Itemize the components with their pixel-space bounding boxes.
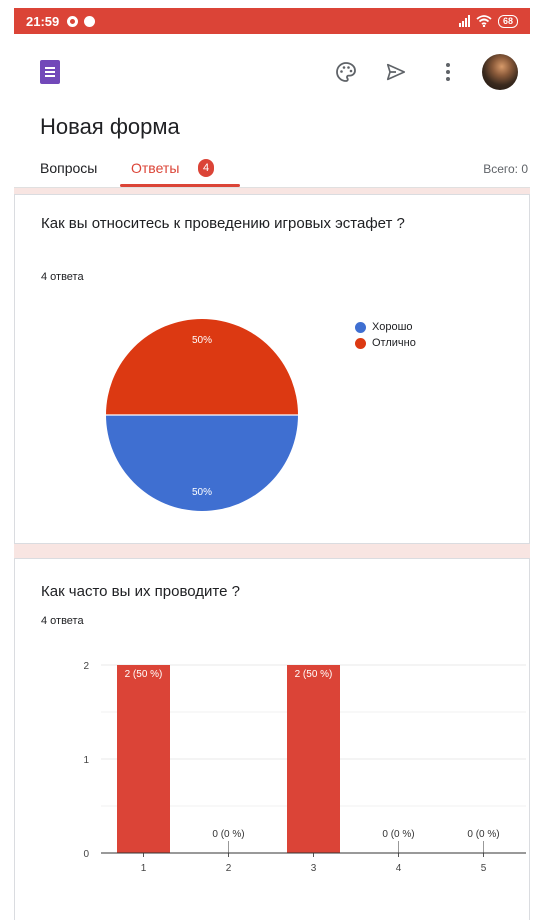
legend-color	[355, 321, 366, 333]
legend-item[interactable]: Отлично	[355, 335, 416, 351]
bar-label: 0 (0 %)	[382, 829, 414, 840]
x-tick-label: 5	[481, 863, 487, 874]
y-tick-label: 1	[83, 755, 89, 766]
y-tick-label: 2	[83, 661, 89, 672]
x-tick-label: 3	[311, 863, 317, 874]
palette-icon[interactable]	[332, 58, 360, 86]
legend-label: Хорошо	[372, 321, 413, 333]
page-title: Новая форма	[40, 114, 180, 139]
bar	[117, 665, 170, 853]
bar-label: 0 (0 %)	[467, 829, 499, 840]
bar-label: 2 (50 %)	[125, 669, 163, 680]
avatar[interactable]	[482, 54, 518, 90]
pie-slice-label: 50%	[192, 487, 212, 498]
total-score: Всего: 0	[483, 162, 528, 176]
status-bar: 21:59 68	[14, 8, 530, 34]
pie-chart: 50% 50%	[106, 319, 298, 511]
legend-color	[355, 337, 366, 349]
responses-count-badge: 4	[198, 159, 214, 177]
bar-label: 2 (50 %)	[295, 669, 333, 680]
x-tick-label: 4	[396, 863, 402, 874]
pie-slice-label: 50%	[192, 335, 212, 346]
notification-icon	[67, 15, 79, 27]
legend-item[interactable]: Хорошо	[355, 319, 416, 335]
x-tick-label: 2	[226, 863, 232, 874]
chart-legend: Хорошо Отлично	[355, 319, 416, 351]
wifi-icon	[476, 15, 492, 27]
status-indicators: 68	[458, 14, 518, 28]
app-bar	[14, 34, 530, 114]
bar	[287, 665, 340, 853]
app-notification-icon	[84, 15, 96, 27]
bar-chart: 0 1 2 2 (50 %) 1 0 (0 %) 2 2 (50 %) 3 0 (0 %) 4 0 (…	[83, 661, 526, 874]
tab-responses[interactable]: Ответы	[131, 160, 179, 176]
legend-label: Отлично	[372, 337, 416, 349]
more-vert-icon[interactable]	[434, 58, 462, 86]
question-title: Как вы относитесь к проведению игровых э…	[41, 215, 405, 232]
active-tab-indicator	[120, 184, 240, 187]
battery-icon: 68	[497, 14, 518, 28]
send-icon[interactable]	[382, 58, 410, 86]
x-tick-label: 1	[141, 863, 147, 874]
tab-questions[interactable]: Вопросы	[40, 160, 97, 176]
bar-label: 0 (0 %)	[212, 829, 244, 840]
y-tick-label: 0	[83, 849, 89, 860]
question-title: Как часто вы их проводите ?	[41, 583, 240, 600]
question-card-1: Как вы относитесь к проведению игровых э…	[14, 194, 530, 544]
response-count: 4 ответа	[41, 615, 84, 627]
status-time: 21:59	[26, 13, 60, 29]
signal-icon	[458, 15, 470, 27]
question-card-2: Как часто вы их проводите ? 4 ответа 0 1 2…	[14, 558, 530, 920]
pie-slice-otlichno[interactable]	[106, 319, 298, 415]
tab-bar: Вопросы Ответы 4 Всего: 0	[14, 150, 530, 188]
forms-logo-icon	[40, 60, 60, 84]
response-count: 4 ответа	[41, 271, 84, 283]
